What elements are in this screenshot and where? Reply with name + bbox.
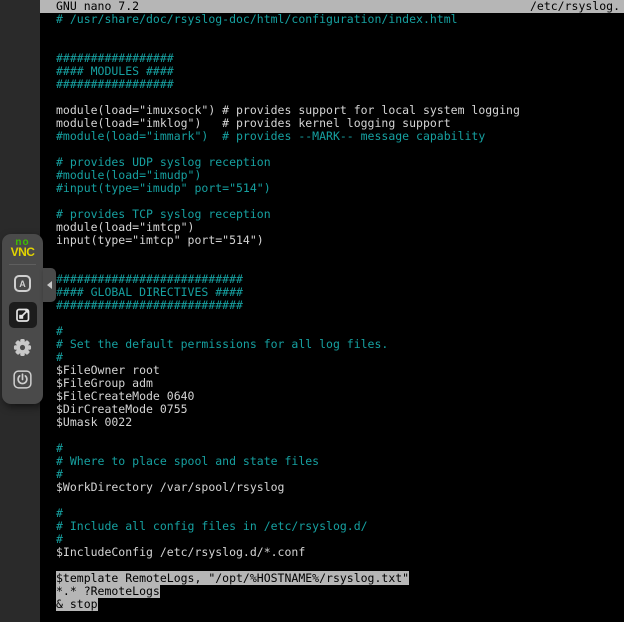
terminal-line: $Umask 0022 [56,416,624,429]
nano-title: GNU nano 7.2 [56,0,139,13]
novnc-viewport: { "window": { "title_left": "GNU nano 7.… [0,0,624,622]
control-bar-collapse-handle[interactable] [43,268,56,302]
terminal-line: $IncludeConfig /etc/rsyslog.d/*.conf [56,546,624,559]
fullscreen-button[interactable] [9,302,37,328]
terminal-line: #input(type="imudp" port="514") [56,182,624,195]
terminal-line: $DirCreateMode 0755 [56,403,624,416]
settings-button[interactable] [9,334,37,360]
novnc-logo-vnc: VNC [11,247,35,258]
terminal-line [56,26,624,39]
nano-titlebar: GNU nano 7.2 /etc/rsyslog. [40,0,624,13]
terminal-line [56,312,624,325]
terminal-line: # Where to place spool and state files [56,455,624,468]
chevron-left-icon [47,281,52,289]
control-bar-divider [9,264,36,265]
terminal-line: #module(load="immark") # provides --MARK… [56,130,624,143]
terminal-line [56,247,624,260]
nano-editor-screen[interactable]: # /usr/share/doc/rsyslog-doc/html/config… [40,13,624,611]
gear-icon [13,338,32,357]
terminal-line [56,429,624,442]
terminal-line: $WorkDirectory /var/spool/rsyslog [56,481,624,494]
terminal-line: # Set the default permissions for all lo… [56,338,624,351]
terminal-line: ########################### [56,299,624,312]
terminal-line: # Include all config files in /etc/rsysl… [56,520,624,533]
terminal-line: ################# [56,78,624,91]
disconnect-button[interactable] [9,366,37,392]
keycap-a-icon: A [13,274,32,293]
terminal-line: & stop [56,598,624,611]
terminal-window: GNU nano 7.2 /etc/rsyslog. # /usr/share/… [40,0,624,622]
novnc-logo: no VNC [11,239,35,258]
terminal-line: input(type="imtcp" port="514") [56,234,624,247]
terminal-line [56,494,624,507]
terminal-line: *.* ?RemoteLogs [56,585,624,598]
terminal-line: # /usr/share/doc/rsyslog-doc/html/config… [56,13,624,26]
expand-icon [15,307,31,323]
extra-keys-button[interactable]: A [9,270,37,296]
nano-filename: /etc/rsyslog. [530,0,620,13]
vnc-control-bar: no VNC A [2,234,43,404]
svg-text:A: A [19,279,26,289]
power-icon [13,370,32,389]
